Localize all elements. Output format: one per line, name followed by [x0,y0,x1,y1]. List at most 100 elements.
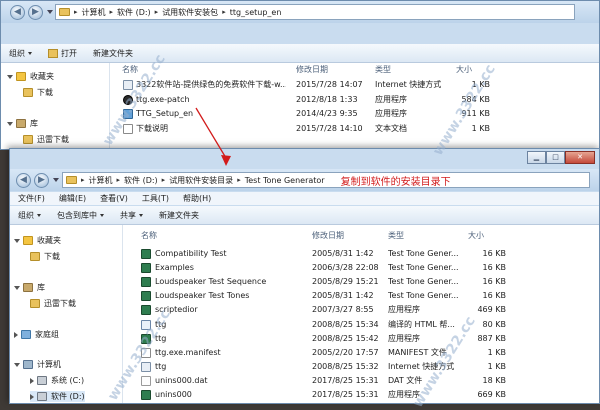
setup-file-icon [123,109,133,119]
file-modified: 2007/3/27 8:55 [312,305,374,315]
breadcrumb-install-dir[interactable]: 试用软件安装目录 [169,175,233,186]
file-name: Loudspeaker Test Sequence [155,277,267,287]
app-file-icon [141,305,151,316]
nav-library[interactable]: 库 [7,118,38,129]
column-size[interactable]: 大小 [468,229,484,242]
address-bar[interactable]: ▸ 计算机 ▸ 软件 (D:) ▸ 试用软件安装目录 ▸ Test Tone G… [62,172,590,188]
file-row[interactable]: TTG_Setup_en 2014/4/23 9:35 应用程序 911 KB [110,107,599,121]
file-row[interactable]: ttg 2008/8/25 15:34 编译的 HTML 帮... 80 KB [123,318,599,332]
file-row[interactable]: Loudspeaker Test Tones 2005/8/31 1:42 Test… [123,289,599,303]
file-name: ttg [155,361,167,371]
column-size[interactable]: 大小 [456,63,472,76]
share-button[interactable]: 共享 [120,210,143,221]
recent-pages-caret-icon[interactable] [47,10,53,14]
column-type[interactable]: 类型 [388,229,404,242]
file-type: Test Tone Gener... [388,291,459,301]
app-file-icon [141,333,151,344]
nav-favorites[interactable]: 收藏夹 [7,71,54,82]
file-name: ttg.exe.manifest [155,347,221,357]
recent-pages-caret-icon[interactable] [53,178,59,182]
file-modified: 2005/8/31 1:42 [312,291,374,301]
open-button[interactable]: 打开 [48,48,77,59]
column-name[interactable]: 名称 [122,63,138,76]
column-name[interactable]: 名称 [141,229,157,242]
file-name: ttg [155,319,167,329]
nav-xunlei[interactable]: 迅雷下载 [23,134,69,145]
forward-button[interactable]: ▶ [34,173,49,188]
menu-view[interactable]: 查看(V) [100,193,128,204]
file-row[interactable]: ttg.exe-patch 2012/8/18 1:33 应用程序 584 KB [110,93,599,107]
breadcrumb-drive-d[interactable]: 软件 (D:) [124,175,158,186]
file-row[interactable]: ttg 2008/8/25 15:32 Internet 快捷方式 1 KB [123,360,599,374]
nav-favorites[interactable]: 收藏夹 [14,235,61,246]
menu-file[interactable]: 文件(F) [18,193,45,204]
nav-drive-c[interactable]: 系统 (C:) [30,375,84,386]
file-type: Internet 快捷方式 [375,80,442,89]
file-size: 669 KB [477,390,506,399]
nav-homegroup[interactable]: 家庭组 [14,329,59,340]
file-name: TTG_Setup_en [136,109,194,118]
file-row[interactable]: ttg 2008/8/25 15:42 应用程序 887 KB [123,332,599,346]
back-button[interactable]: ◀ [16,173,31,188]
dropdown-caret-icon [139,213,143,217]
column-modified[interactable]: 修改日期 [312,229,344,242]
file-type: 应用程序 [375,109,407,118]
address-bar[interactable]: ▸ 计算机 ▸ 软件 (D:) ▸ 试用软件安装包 ▸ ttg_setup_en [55,4,575,20]
new-folder-button[interactable]: 新建文件夹 [93,48,133,59]
new-folder-button[interactable]: 新建文件夹 [159,210,199,221]
column-modified[interactable]: 修改日期 [296,63,328,76]
breadcrumb-computer[interactable]: 计算机 [82,7,106,18]
file-row[interactable]: Compatibility Test 2005/8/31 1:42 Test Ton… [123,247,599,261]
breadcrumb-drive-d[interactable]: 软件 (D:) [117,7,151,18]
breadcrumb-computer[interactable]: 计算机 [89,175,113,186]
menu-tools[interactable]: 工具(T) [142,193,169,204]
library-icon [23,283,33,292]
file-row[interactable]: scriptedior 2007/3/27 8:55 应用程序 469 KB [123,303,599,317]
command-bar: 组织 打开 新建文件夹 [1,44,599,63]
downloads-folder-icon [30,252,40,261]
file-modified: 2008/8/25 15:32 [312,361,379,371]
organize-button[interactable]: 组织 [9,48,32,59]
file-size: 16 KB [482,249,506,258]
nav-xunlei[interactable]: 迅雷下载 [30,298,76,309]
file-row[interactable]: Examples 2006/3/28 22:08 Test Tone Gener..… [123,261,599,275]
file-row[interactable]: Loudspeaker Test Sequence 2005/8/29 15:21… [123,275,599,289]
file-list: 名称 修改日期 类型 大小 3322软件站-提供绿色的免费软件下载-w... 20… [110,63,599,149]
navigation-pane: 收藏夹 下载 库 迅雷下载 家庭组 计算机 系统 (C:) 软件 (D:) [10,225,123,403]
file-row[interactable]: unins000 2017/8/25 15:31 应用程序 669 KB [123,388,599,402]
breadcrumb-ttg-setup[interactable]: ttg_setup_en [230,8,282,17]
address-bar-area: ◀ ▶ ▸ 计算机 ▸ 软件 (D:) ▸ 试用软件安装包 ▸ ttg_setu… [1,1,599,23]
breadcrumb-trial-packages[interactable]: 试用软件安装包 [162,7,218,18]
annotation-text: 复制到软件的安装目录下 [340,176,451,188]
nav-downloads[interactable]: 下载 [30,251,60,262]
column-type[interactable]: 类型 [375,63,391,76]
nav-downloads[interactable]: 下载 [23,87,53,98]
back-button[interactable]: ◀ [10,5,25,20]
file-type: DAT 文件 [388,375,423,385]
file-size: 16 KB [482,291,506,301]
organize-button[interactable]: 组织 [18,210,41,221]
breadcrumb-test-tone-generator[interactable]: Test Tone Generator [245,176,325,185]
menu-help[interactable]: 帮助(H) [183,193,211,204]
close-button[interactable]: ✕ [565,151,595,164]
file-row[interactable]: ttg.exe.manifest 2005/2/20 17:57 MANIFEST … [123,346,599,360]
menu-edit[interactable]: 编辑(E) [59,193,86,204]
minimize-button[interactable]: ▁ [527,151,546,164]
folder-icon [23,135,33,144]
file-name: Examples [155,263,194,273]
nav-computer[interactable]: 计算机 [14,359,61,370]
file-row[interactable]: 下载说明 2015/7/28 14:10 文本文档 1 KB [110,122,599,136]
file-modified: 2005/2/20 17:57 [312,347,379,357]
homegroup-icon [21,330,31,339]
forward-button[interactable]: ▶ [28,5,43,20]
file-name: Compatibility Test [155,249,227,258]
file-row[interactable]: 3322软件站-提供绿色的免费软件下载-w... 2015/7/28 14:07 I… [110,78,599,92]
file-row[interactable]: unins000.dat 2017/8/25 15:31 DAT 文件 18 KB [123,374,599,388]
file-name: scriptedior [155,305,198,315]
include-in-library-button[interactable]: 包含到库中 [57,210,104,221]
nav-library[interactable]: 库 [14,282,45,293]
file-modified: 2015/7/28 14:10 [296,123,363,133]
maximize-button[interactable]: □ [546,151,565,164]
nav-drive-d[interactable]: 软件 (D:) [30,391,85,402]
explorer-window-install: ▁ □ ✕ ◀ ▶ ▸ 计算机 ▸ 软件 (D:) ▸ 试用软件安装目录 ▸ T… [9,148,600,404]
